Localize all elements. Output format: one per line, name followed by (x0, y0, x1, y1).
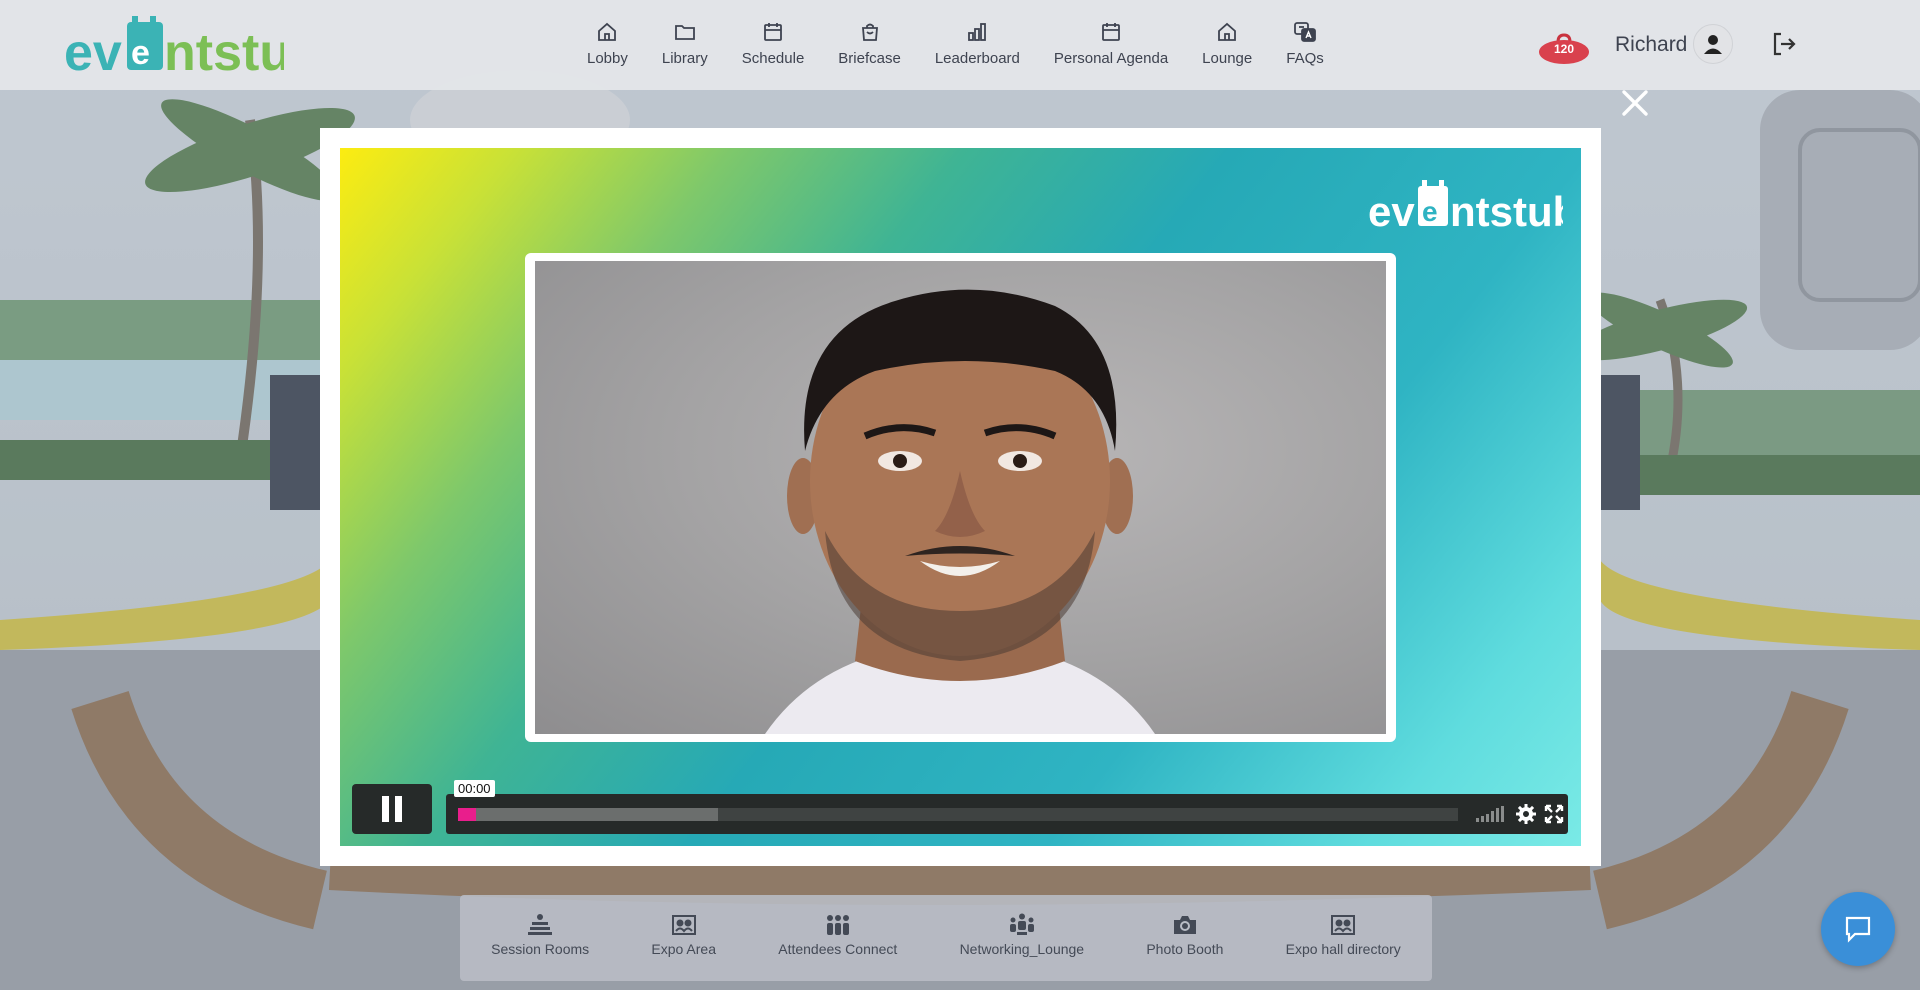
dock-label: Expo Area (651, 941, 716, 957)
avatar[interactable] (1693, 24, 1733, 64)
fullscreen-icon[interactable] (1544, 804, 1564, 824)
nav-label: Leaderboard (934, 50, 1020, 67)
session-rooms-icon (528, 914, 553, 935)
nav-faqs[interactable]: FAQs (1269, 14, 1341, 74)
nav-lobby[interactable]: Lobby (570, 14, 645, 74)
nav-label: Schedule (741, 50, 805, 67)
speaker-portrait (765, 289, 1155, 734)
svg-text:ev: ev (1368, 188, 1415, 233)
buffered-range (458, 808, 718, 821)
calendar-icon (764, 23, 782, 41)
video-player[interactable]: ev e ntstub (340, 148, 1581, 846)
video-modal: ev e ntstub (320, 128, 1601, 866)
home-icon (1218, 22, 1237, 41)
attendees-icon (826, 915, 849, 935)
speaker-frame (525, 253, 1396, 742)
nav-personal-agenda[interactable]: Personal Agenda (1037, 14, 1185, 74)
dock-label: Session Rooms (491, 941, 590, 957)
calendar-icon (1102, 23, 1120, 41)
nav-schedule[interactable]: Schedule (725, 14, 822, 74)
home-icon (598, 22, 617, 41)
nav-label: Lobby (587, 50, 628, 67)
dock-label: Photo Booth (1146, 941, 1224, 957)
dock-attendees-connect[interactable]: Attendees Connect (778, 913, 897, 957)
briefcase-icon (861, 23, 878, 41)
svg-text:ntstub: ntstub (1450, 188, 1563, 233)
video-control-bar (446, 794, 1568, 834)
dock-photo-booth[interactable]: Photo Booth (1146, 913, 1223, 957)
nav-label: Lounge (1202, 50, 1253, 67)
played-range (458, 808, 476, 821)
svg-text:e: e (1422, 196, 1438, 227)
brand-logo[interactable]: ev e ntstub (64, 14, 284, 78)
nav-briefcase[interactable]: Briefcase (821, 14, 918, 74)
close-icon[interactable] (1618, 86, 1652, 120)
nav-library[interactable]: Library (645, 14, 725, 74)
nav-label: FAQs (1286, 50, 1324, 67)
svg-text:e: e (131, 34, 150, 72)
networking-icon (1009, 913, 1034, 935)
svg-text:ntstub: ntstub (164, 24, 284, 78)
dock-expo-hall-directory[interactable]: Expo hall directory (1286, 913, 1401, 957)
bar-chart-icon (968, 23, 987, 41)
dock-expo-area[interactable]: Expo Area (651, 913, 716, 957)
svg-text:ev: ev (64, 24, 122, 78)
faq-icon (1294, 22, 1316, 42)
expo-area-icon (671, 915, 696, 935)
dock-label: Attendees Connect (778, 941, 898, 957)
pause-button[interactable] (352, 784, 432, 834)
nav-leaderboard[interactable]: Leaderboard (918, 14, 1037, 74)
user-icon (1704, 35, 1722, 54)
current-time-tooltip: 00:00 (454, 780, 495, 797)
gear-icon[interactable] (1516, 804, 1536, 824)
logout-icon[interactable] (1770, 30, 1798, 58)
notification-badge[interactable]: 120 (1538, 33, 1590, 65)
nav-lounge[interactable]: Lounge (1185, 14, 1269, 74)
user-name[interactable]: Richard (1615, 33, 1687, 57)
volume-icon[interactable] (1476, 806, 1506, 822)
dock-networking-lounge[interactable]: Networking_Lounge (959, 913, 1085, 957)
seek-bar[interactable] (458, 808, 1458, 821)
bottom-dock: Session Rooms Expo Area Attendees Connec… (460, 895, 1432, 981)
dock-label: Expo hall directory (1285, 941, 1401, 957)
dock-label: Networking_Lounge (959, 941, 1085, 957)
speaker-video-image (535, 261, 1386, 734)
camera-icon (1173, 916, 1196, 934)
directory-icon (1331, 915, 1356, 935)
nav-label: Personal Agenda (1053, 50, 1169, 67)
video-brand-logo: ev e ntstub (1368, 180, 1563, 233)
chat-button[interactable] (1821, 892, 1895, 966)
folder-icon (674, 25, 695, 40)
dock-session-rooms[interactable]: Session Rooms (491, 913, 589, 957)
top-header: ev e ntstub Lobby Library Schedule Brief… (0, 0, 1920, 90)
main-nav: Lobby Library Schedule Briefcase Leaderb… (570, 14, 1341, 74)
nav-label: Briefcase (838, 50, 901, 67)
pause-icon (382, 796, 402, 822)
chat-icon (1845, 916, 1871, 943)
nav-label: Library (661, 50, 708, 67)
notification-count: 120 (1553, 42, 1575, 56)
